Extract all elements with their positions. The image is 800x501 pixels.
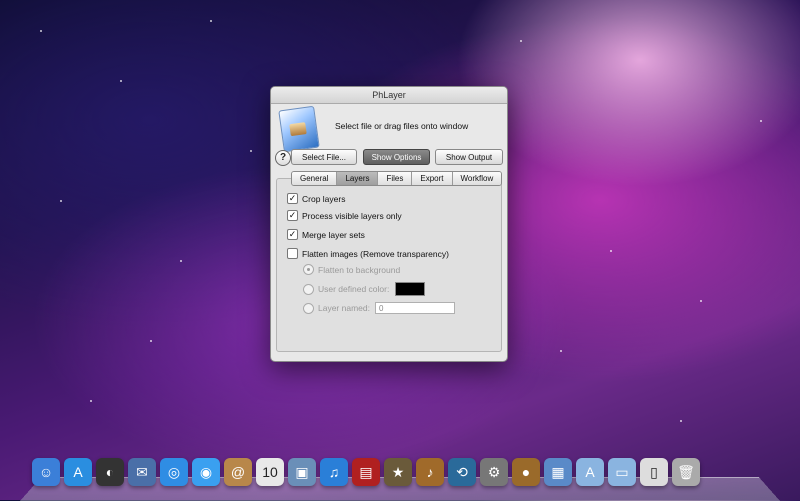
drop-instruction: Select file or drag files onto window [335, 121, 469, 131]
user-defined-color-label: User defined color: [318, 284, 390, 294]
photo-booth-icon[interactable]: ▤ [352, 458, 380, 486]
mail-stamp-icon[interactable]: ✉ [128, 458, 156, 486]
select-file-button[interactable]: Select File... [291, 149, 357, 165]
phlayer-dock-icon[interactable]: ▦ [544, 458, 572, 486]
button-row: ? Select File... Show Options Show Outpu… [271, 149, 507, 167]
applications-folder-icon[interactable]: A [576, 458, 604, 486]
layer-named-option[interactable]: Layer named: 0 [303, 302, 455, 314]
safari-icon[interactable]: ◎ [160, 458, 188, 486]
app-store-icon[interactable]: A [64, 458, 92, 486]
process-visible-option[interactable]: ✓ Process visible layers only [287, 210, 402, 221]
user-defined-color-option[interactable]: User defined color: [303, 282, 426, 296]
window-title[interactable]: PhLayer [271, 87, 507, 104]
tab-export[interactable]: Export [412, 172, 453, 185]
user-defined-color-radio[interactable] [303, 283, 314, 295]
downloads-icon[interactable]: ▯ [640, 458, 668, 486]
tab-general[interactable]: General [292, 172, 338, 185]
process-visible-label: Process visible layers only [302, 210, 402, 221]
merge-layer-sets-label: Merge layer sets [302, 229, 365, 240]
finder-icon[interactable]: ☺ [32, 458, 60, 486]
itunes-icon[interactable]: ♫ [320, 458, 348, 486]
acorn-icon[interactable]: ● [512, 458, 540, 486]
window-header: Select file or drag files onto window [271, 104, 507, 153]
show-options-button[interactable]: Show Options [363, 149, 430, 165]
layers-options-panel: ✓ Crop layers ✓ Process visible layers o… [276, 178, 502, 352]
tab-bar: General Layers Files Export Workflow [291, 171, 503, 186]
layer-named-label: Layer named: [318, 303, 370, 313]
dashboard-icon[interactable]: ◐ [96, 458, 124, 486]
imovie-icon[interactable]: ★ [384, 458, 412, 486]
system-preferences-icon[interactable]: ⚙ [480, 458, 508, 486]
garageband-icon[interactable]: ♪ [416, 458, 444, 486]
process-visible-checkbox[interactable]: ✓ [287, 210, 298, 221]
help-button[interactable]: ? [275, 150, 291, 166]
iphoto-icon[interactable]: ▣ [288, 458, 316, 486]
flatten-images-checkbox[interactable] [287, 248, 298, 259]
merge-layer-sets-checkbox[interactable]: ✓ [287, 229, 298, 240]
phlayer-app-icon [278, 105, 320, 153]
tab-workflow[interactable]: Workflow [452, 172, 502, 185]
layer-named-radio[interactable] [303, 302, 314, 314]
documents-folder-icon[interactable]: ▭ [608, 458, 636, 486]
flatten-to-background-option[interactable]: Flatten to background [303, 264, 400, 275]
crop-layers-option[interactable]: ✓ Crop layers [287, 193, 345, 204]
tab-files[interactable]: Files [378, 172, 413, 185]
crop-layers-label: Crop layers [302, 193, 346, 204]
time-machine-icon[interactable]: ⟲ [448, 458, 476, 486]
ical-icon[interactable]: 10 [256, 458, 284, 486]
layer-name-field[interactable]: 0 [374, 302, 455, 314]
flatten-images-option[interactable]: Flatten images (Remove transparency) [287, 248, 449, 259]
trash-icon[interactable]: 🗑 [672, 458, 700, 486]
dock: ☺ A ◐ ✉ ◎ ◉ @10 ▣ ♫ ▤ ★ ♪ ⟲ ⚙ ● ▦ A ▭ ▯ 🗑 [32, 458, 700, 492]
crop-layers-checkbox[interactable]: ✓ [287, 193, 298, 204]
address-book-icon[interactable]: @ [224, 458, 252, 486]
merge-layer-sets-option[interactable]: ✓ Merge layer sets [287, 229, 365, 240]
flatten-to-background-radio[interactable] [303, 264, 314, 275]
show-output-button[interactable]: Show Output [435, 149, 503, 165]
flatten-to-background-label: Flatten to background [318, 264, 401, 275]
ichat-icon[interactable]: ◉ [192, 458, 220, 486]
tab-layers[interactable]: Layers [337, 172, 379, 185]
phlayer-window: PhLayer Select file or drag files onto w… [270, 86, 508, 362]
color-swatch[interactable] [395, 282, 426, 296]
flatten-images-label: Flatten images (Remove transparency) [302, 248, 449, 259]
